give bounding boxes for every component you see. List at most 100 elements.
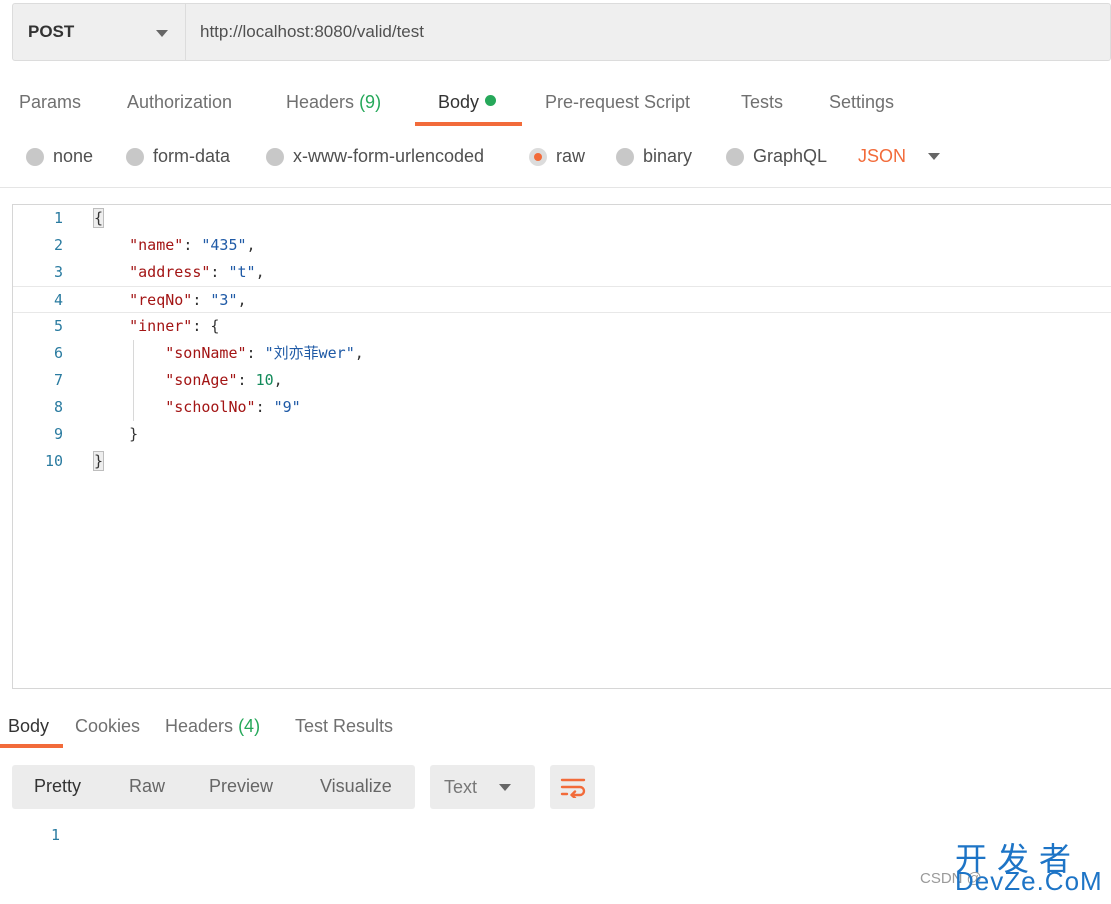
wrap-lines-icon bbox=[560, 778, 585, 798]
radio-none[interactable]: none bbox=[26, 146, 93, 167]
radio-urlencoded[interactable]: x-www-form-urlencoded bbox=[266, 146, 484, 167]
radio-circle-icon bbox=[26, 147, 44, 166]
request-body-editor[interactable]: 1{2 "name": "435", 3 "address": "t", 4 "re… bbox=[12, 204, 1111, 689]
tab-pre-request-script[interactable]: Pre-request Script bbox=[545, 92, 690, 113]
code-line: 6 "sonName": "刘亦菲wer", bbox=[13, 340, 1111, 367]
body-format-select[interactable]: JSON bbox=[858, 146, 941, 167]
active-tab-indicator bbox=[415, 122, 522, 126]
json-value: "刘亦菲wer" bbox=[264, 344, 355, 362]
line-number: 3 bbox=[53, 263, 63, 281]
response-view-toggle: Pretty Raw Preview Visualize bbox=[12, 765, 415, 809]
chevron-down-icon bbox=[928, 153, 941, 160]
tab-settings[interactable]: Settings bbox=[829, 92, 894, 113]
method-label: POST bbox=[28, 22, 75, 41]
url-bar: POST http://localhost:8080/valid/test bbox=[12, 3, 1111, 61]
pretty-button[interactable]: Pretty bbox=[34, 776, 81, 797]
radio-graphql-label: GraphQL bbox=[753, 146, 828, 166]
line-number: 5 bbox=[53, 317, 63, 335]
json-key: "name" bbox=[129, 236, 184, 254]
code-line: 7 "sonAge": 10, bbox=[13, 367, 1111, 394]
code-text: { bbox=[93, 205, 105, 232]
chevron-down-icon bbox=[156, 30, 168, 37]
preview-button[interactable]: Preview bbox=[209, 776, 273, 797]
divider bbox=[0, 187, 1111, 188]
radio-binary-label: binary bbox=[643, 146, 693, 166]
radio-circle-icon bbox=[266, 147, 284, 166]
code-line: 2 "name": "435", bbox=[13, 232, 1111, 259]
tab-authorization[interactable]: Authorization bbox=[127, 92, 232, 113]
json-key: "sonName" bbox=[165, 344, 247, 362]
tab-tests[interactable]: Tests bbox=[741, 92, 783, 113]
json-value: "9" bbox=[273, 398, 301, 416]
json-key: "schoolNo" bbox=[165, 398, 256, 416]
json-value: "3" bbox=[210, 291, 238, 309]
body-type-selector: none form-data x-www-form-urlencoded raw… bbox=[0, 140, 1111, 176]
code-text: "name": "435", bbox=[129, 236, 256, 254]
code-text: "inner": { bbox=[129, 317, 220, 335]
code-line: 9 } bbox=[13, 421, 1111, 448]
body-format-label: JSON bbox=[858, 146, 907, 166]
resp-tab-headers-label: Headers bbox=[165, 716, 234, 736]
radio-graphql[interactable]: GraphQL bbox=[726, 146, 827, 167]
code-line: 3 "address": "t", bbox=[13, 259, 1111, 286]
resp-headers-count: (4) bbox=[238, 716, 261, 736]
line-number: 9 bbox=[53, 425, 63, 443]
line-number: 2 bbox=[53, 236, 63, 254]
line-number: 6 bbox=[53, 344, 63, 362]
line-number: 1 bbox=[53, 209, 63, 227]
visualize-button[interactable]: Visualize bbox=[320, 776, 392, 797]
radio-form-data-label: form-data bbox=[153, 146, 231, 166]
code-line: 8 "schoolNo": "9" bbox=[13, 394, 1111, 421]
code-line: 1{ bbox=[13, 205, 1111, 232]
json-brace: { bbox=[93, 208, 105, 228]
radio-none-label: none bbox=[53, 146, 94, 166]
line-number: 10 bbox=[44, 452, 63, 470]
resp-tab-test-results[interactable]: Test Results bbox=[295, 716, 393, 737]
code-text: "sonAge": 10, bbox=[165, 371, 283, 389]
json-value: "435" bbox=[201, 236, 247, 254]
radio-raw[interactable]: raw bbox=[529, 146, 585, 167]
response-format-select[interactable]: Text bbox=[430, 765, 535, 809]
radio-form-data[interactable]: form-data bbox=[126, 146, 230, 167]
json-key: "inner" bbox=[129, 317, 193, 335]
code-text: "sonName": "刘亦菲wer", bbox=[165, 344, 364, 362]
wrap-lines-button[interactable] bbox=[550, 765, 595, 809]
code-text: "address": "t", bbox=[129, 263, 265, 281]
json-key: "reqNo" bbox=[129, 291, 193, 309]
chevron-down-icon bbox=[499, 783, 512, 791]
code-text: "reqNo": "3", bbox=[129, 291, 247, 309]
line-number: 7 bbox=[53, 371, 63, 389]
tab-body[interactable]: Body bbox=[438, 92, 497, 113]
line-number: 4 bbox=[53, 291, 63, 309]
response-format-label: Text bbox=[444, 776, 478, 797]
tab-headers-label: Headers bbox=[286, 92, 355, 112]
code-text: } bbox=[93, 448, 105, 475]
raw-button[interactable]: Raw bbox=[129, 776, 165, 797]
active-tab-indicator bbox=[0, 744, 63, 748]
radio-circle-icon bbox=[726, 147, 744, 166]
tab-params[interactable]: Params bbox=[19, 92, 81, 113]
line-number: 8 bbox=[53, 398, 63, 416]
code-line: 10} bbox=[13, 448, 1111, 475]
radio-urlencoded-label: x-www-form-urlencoded bbox=[293, 146, 485, 166]
resp-tab-headers[interactable]: Headers (4) bbox=[165, 716, 260, 737]
response-tabs: Body Cookies Headers (4) Test Results bbox=[0, 708, 1111, 748]
code-text: "schoolNo": "9" bbox=[165, 398, 301, 416]
json-brace: } bbox=[93, 451, 105, 471]
resp-tab-cookies[interactable]: Cookies bbox=[75, 716, 140, 737]
code-line: 5 "inner": { bbox=[13, 313, 1111, 340]
json-key: "sonAge" bbox=[165, 371, 238, 389]
radio-circle-icon bbox=[126, 147, 144, 166]
resp-tab-body[interactable]: Body bbox=[8, 716, 49, 737]
url-input[interactable]: http://localhost:8080/valid/test bbox=[186, 4, 424, 60]
headers-count: (9) bbox=[359, 92, 382, 112]
json-brace: } bbox=[129, 425, 139, 443]
tab-body-label: Body bbox=[438, 92, 480, 112]
radio-raw-label: raw bbox=[556, 146, 586, 166]
method-select[interactable]: POST bbox=[13, 4, 186, 60]
radio-binary[interactable]: binary bbox=[616, 146, 692, 167]
code-text: } bbox=[93, 421, 138, 448]
tab-headers[interactable]: Headers (9) bbox=[286, 92, 381, 113]
radio-circle-icon bbox=[616, 147, 634, 166]
json-value: 10 bbox=[255, 371, 274, 389]
